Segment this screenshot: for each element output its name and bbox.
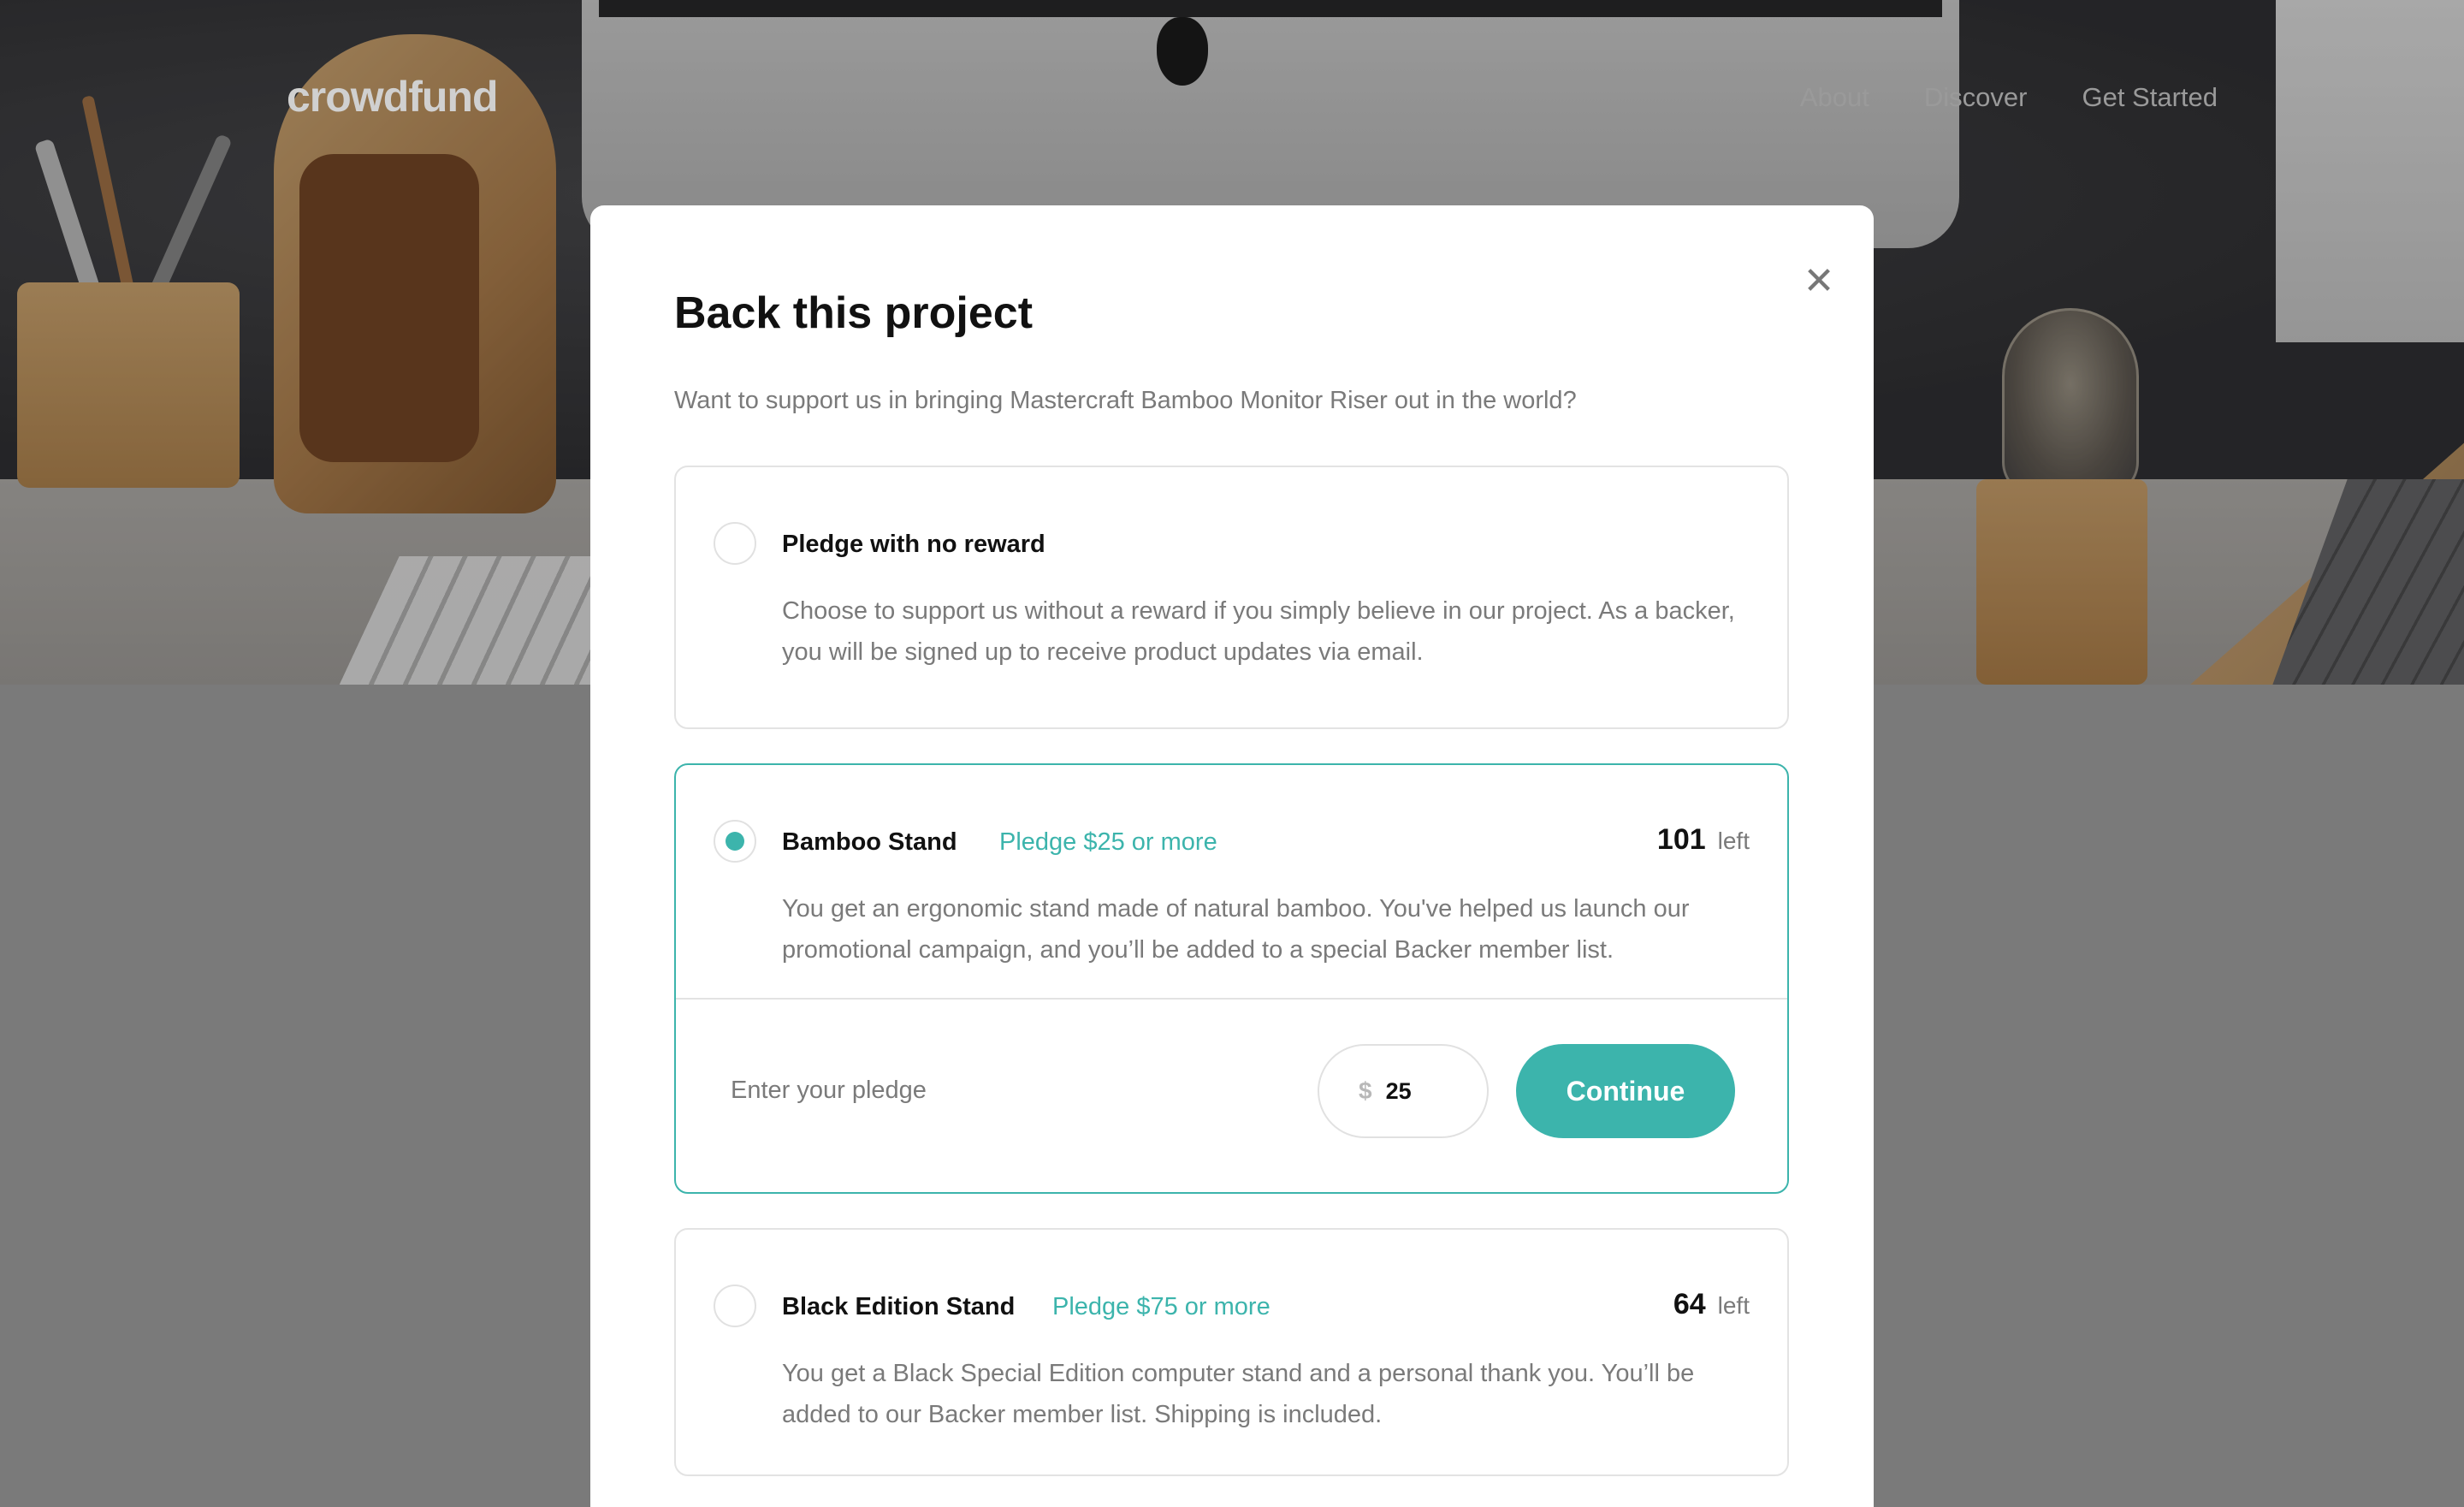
stock-count: 101 <box>1656 823 1706 856</box>
radio-bamboo-stand[interactable] <box>714 820 756 863</box>
reward-stock: 64 left <box>1673 1288 1750 1321</box>
reward-card-bamboo-stand[interactable]: Bamboo Stand Pledge $25 or more 101 left… <box>674 763 1789 1194</box>
close-icon[interactable]: ✕ <box>1802 259 1836 303</box>
radio-black-edition[interactable] <box>714 1285 756 1327</box>
reward-card-no-reward[interactable]: Pledge with no reward Choose to support … <box>674 466 1789 729</box>
reward-title[interactable]: Pledge with no reward <box>782 531 1045 559</box>
reward-description: You get a Black Special Edition computer… <box>782 1360 1695 1428</box>
pledge-amount-input[interactable]: $ 25 <box>1318 1044 1489 1138</box>
pledge-amount-value[interactable]: 25 <box>1386 1078 1412 1105</box>
modal-title: Back this project <box>674 288 1034 338</box>
reward-title[interactable]: Black Edition Stand <box>782 1293 1015 1321</box>
stock-label: left <box>1717 828 1750 854</box>
reward-pledge-min: Pledge $25 or more <box>999 828 1217 856</box>
stock-count: 64 <box>1673 1288 1706 1320</box>
card-divider <box>676 998 1787 1000</box>
reward-card-black-edition[interactable]: Black Edition Stand Pledge $75 or more 6… <box>674 1228 1789 1476</box>
reward-stock: 101 left <box>1657 823 1750 857</box>
continue-button[interactable]: Continue <box>1516 1044 1735 1138</box>
modal-description: Want to support us in bringing Mastercra… <box>674 387 1577 414</box>
currency-symbol: $ <box>1359 1077 1372 1104</box>
back-project-modal: ✕ Back this project Want to support us i… <box>590 205 1874 1507</box>
pledge-label: Enter your pledge <box>731 1077 927 1104</box>
reward-description: Choose to support us without a reward if… <box>782 597 1735 666</box>
reward-description: You get an ergonomic stand made of natur… <box>782 895 1690 964</box>
reward-pledge-min: Pledge $75 or more <box>1052 1293 1270 1320</box>
radio-no-reward[interactable] <box>714 522 756 565</box>
reward-title[interactable]: Bamboo Stand <box>782 828 957 857</box>
stock-label: left <box>1717 1292 1750 1319</box>
